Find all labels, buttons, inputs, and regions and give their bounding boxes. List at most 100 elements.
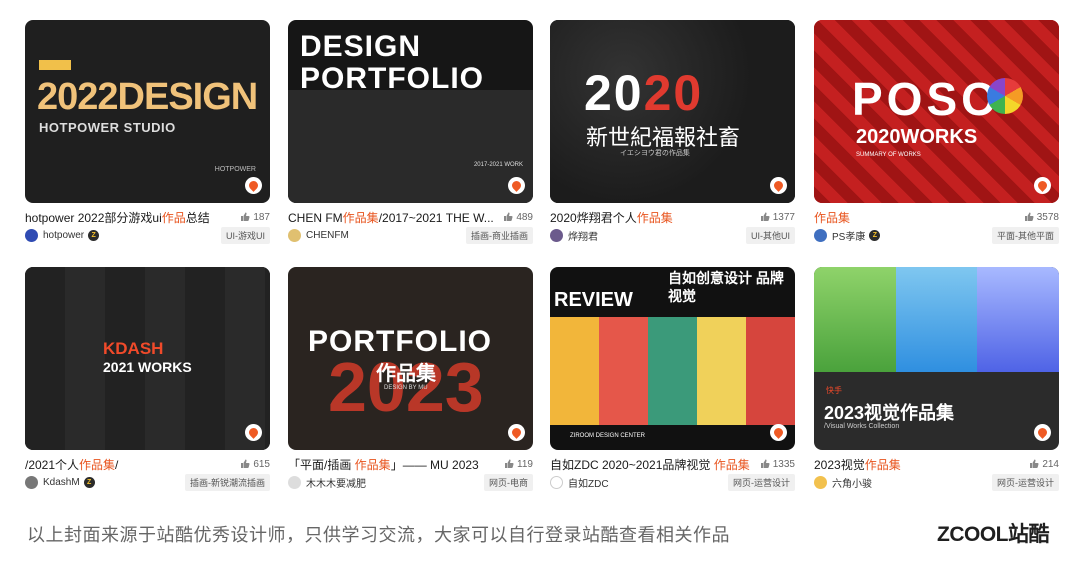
cover-texture: [288, 90, 533, 203]
cover-headline: 2023视觉作品集: [824, 403, 955, 423]
work-title[interactable]: /2021个人作品集/: [25, 456, 236, 473]
like-count: 3578: [1024, 212, 1059, 223]
cover-subhead: 2021 WORKS: [103, 359, 192, 375]
author-avatar[interactable]: [814, 228, 827, 242]
thumbs-up-icon: [1030, 459, 1039, 468]
cover-subhead: 作品集: [376, 363, 436, 385]
cover-tag-block: [39, 60, 71, 70]
work-card[interactable]: POSO 2020WORKS SUMMARY OF WORKS 作品集 3578…: [814, 20, 1059, 244]
work-title[interactable]: 2023视觉作品集: [814, 456, 1025, 473]
work-cover[interactable]: POSO 2020WORKS SUMMARY OF WORKS: [814, 20, 1059, 203]
author-name[interactable]: 自如ZDC: [568, 475, 609, 490]
cover-headline: DESIGN: [300, 30, 422, 63]
work-cover[interactable]: DESIGN PORTFOLIO 2017-2021 WORK: [288, 20, 533, 203]
author-avatar[interactable]: [550, 475, 563, 489]
cover-corner-text: HOTPOWER: [214, 166, 256, 173]
cover-illustration: [814, 267, 1059, 372]
like-count: 187: [240, 212, 270, 223]
category-tag[interactable]: UI-其他UI: [746, 226, 795, 244]
like-count: 615: [240, 459, 270, 470]
author-avatar[interactable]: [550, 228, 563, 242]
work-title[interactable]: 「平面/插画 作品集」—— MU 2023: [288, 456, 500, 473]
cover-corner-text: SUMMARY OF WORKS: [856, 152, 921, 158]
cover-corner-text: イエシヨウ君の作品集: [620, 150, 690, 157]
thumbs-up-icon: [241, 459, 250, 468]
author-avatar[interactable]: [288, 475, 301, 489]
work-cover[interactable]: 2022DESIGN HOTPOWER STUDIO HOTPOWER: [25, 20, 270, 203]
author-name[interactable]: KdashM: [43, 477, 80, 488]
fire-icon: [770, 424, 787, 441]
author-avatar[interactable]: [814, 475, 827, 489]
like-count: 119: [504, 459, 533, 470]
zcool-logo: ZCOOL站酷: [937, 523, 1050, 546]
category-tag[interactable]: UI-游戏UI: [221, 226, 270, 244]
verified-badge-icon: Z: [88, 229, 100, 241]
fire-icon: [245, 424, 262, 441]
category-tag[interactable]: 网页-运营设计: [728, 473, 795, 491]
work-card[interactable]: DESIGN PORTFOLIO 2017-2021 WORK CHEN FM作…: [288, 20, 533, 244]
cover-headline: PORTFOLIO: [308, 325, 492, 358]
category-tag[interactable]: 网页-电商: [484, 473, 533, 491]
thumbs-up-icon: [1024, 212, 1034, 221]
fire-icon: [1034, 424, 1051, 441]
work-cover[interactable]: KDASH 2021 WORKS: [25, 267, 270, 450]
fire-icon: [770, 177, 787, 194]
cover-subhead: 2020WORKS: [856, 126, 978, 148]
cover-corner-text: DESIGN BY MU: [384, 385, 428, 391]
work-card[interactable]: 2022DESIGN HOTPOWER STUDIO HOTPOWER hotp…: [25, 20, 270, 244]
cover-corner-text: ZIROOM DESIGN CENTER: [570, 433, 646, 439]
author-avatar[interactable]: [25, 228, 38, 242]
work-title[interactable]: hotpower 2022部分游戏ui作品总结: [25, 209, 236, 226]
cover-subhead: HOTPOWER STUDIO: [39, 120, 176, 135]
cover-headline: 2022DESIGN: [37, 76, 258, 118]
work-card[interactable]: KDASH 2021 WORKS /2021个人作品集/ 615 KdashM …: [25, 267, 270, 491]
cover-headline: 2020: [584, 65, 704, 121]
fire-icon: [245, 177, 262, 194]
category-tag[interactable]: 插画-新锐潮流插画: [185, 473, 270, 491]
author-name[interactable]: 烨翔君: [568, 228, 598, 243]
author-avatar[interactable]: [288, 228, 301, 242]
author-name[interactable]: 木木木要减肥: [306, 475, 366, 490]
source-note: 以上封面来源于站酷优秀设计师，只供学习交流，大家可以自行登录站酷查看相关作品: [27, 525, 730, 545]
cover-subhead: 自如创意设计 品牌视觉: [668, 270, 784, 304]
like-count: 214: [1029, 459, 1059, 470]
author-name[interactable]: PS孝康: [832, 228, 865, 243]
thumbs-up-icon: [760, 459, 770, 468]
fire-icon: [508, 424, 525, 441]
cover-headline: KDASH: [103, 339, 164, 358]
work-card[interactable]: 2020 新世紀福報社畜 イエシヨウ君の作品集 2020烨翔君个人作品集 137…: [550, 20, 795, 244]
cover-illustration: [550, 317, 795, 425]
work-title[interactable]: 自如ZDC 2020~2021品牌视觉 作品集: [550, 456, 756, 473]
cover-corner-text: 2017-2021 WORK: [473, 162, 523, 168]
author-name[interactable]: 六角小骏: [832, 475, 872, 490]
cover-headline: REVIEW: [554, 289, 633, 311]
thumbs-up-icon: [504, 212, 513, 221]
work-cover[interactable]: 快手 2023视觉作品集 /Visual Works Collection: [814, 267, 1059, 450]
work-title[interactable]: 2020烨翔君个人作品集: [550, 209, 756, 226]
work-cover[interactable]: 2020 新世紀福報社畜 イエシヨウ君の作品集: [550, 20, 795, 203]
cover-subhead: PORTFOLIO: [300, 62, 484, 95]
work-cover[interactable]: REVIEW 自如创意设计 品牌视觉 ZIROOM DESIGN CENTER: [550, 267, 795, 450]
author-name[interactable]: CHENFM: [306, 230, 349, 241]
work-card[interactable]: 2023 PORTFOLIO 作品集 DESIGN BY MU 「平面/插画 作…: [288, 267, 533, 491]
category-tag[interactable]: 网页-运营设计: [992, 473, 1059, 491]
fire-icon: [508, 177, 525, 194]
work-title[interactable]: CHEN FM作品集/2017~2021 THE W...: [288, 209, 499, 226]
author-avatar[interactable]: [25, 475, 38, 489]
cover-headline: POSO: [852, 73, 1001, 125]
thumbs-up-icon: [241, 212, 250, 221]
work-card[interactable]: 快手 2023视觉作品集 /Visual Works Collection 20…: [814, 267, 1059, 491]
category-tag[interactable]: 平面-其他平面: [992, 226, 1059, 244]
thumbs-up-icon: [760, 212, 770, 221]
work-title[interactable]: 作品集: [814, 209, 1020, 226]
author-name[interactable]: hotpower: [43, 230, 84, 241]
fire-icon: [1034, 177, 1051, 194]
work-cover[interactable]: 2023 PORTFOLIO 作品集 DESIGN BY MU: [288, 267, 533, 450]
like-count: 1335: [760, 459, 795, 470]
category-tag[interactable]: 插画-商业插画: [466, 226, 533, 244]
thumbs-up-icon: [505, 459, 514, 468]
cover-corner-text: 快手: [826, 386, 842, 395]
work-card[interactable]: REVIEW 自如创意设计 品牌视觉 ZIROOM DESIGN CENTER …: [550, 267, 795, 491]
verified-badge-icon: Z: [869, 229, 881, 241]
like-count: 1377: [760, 212, 795, 223]
